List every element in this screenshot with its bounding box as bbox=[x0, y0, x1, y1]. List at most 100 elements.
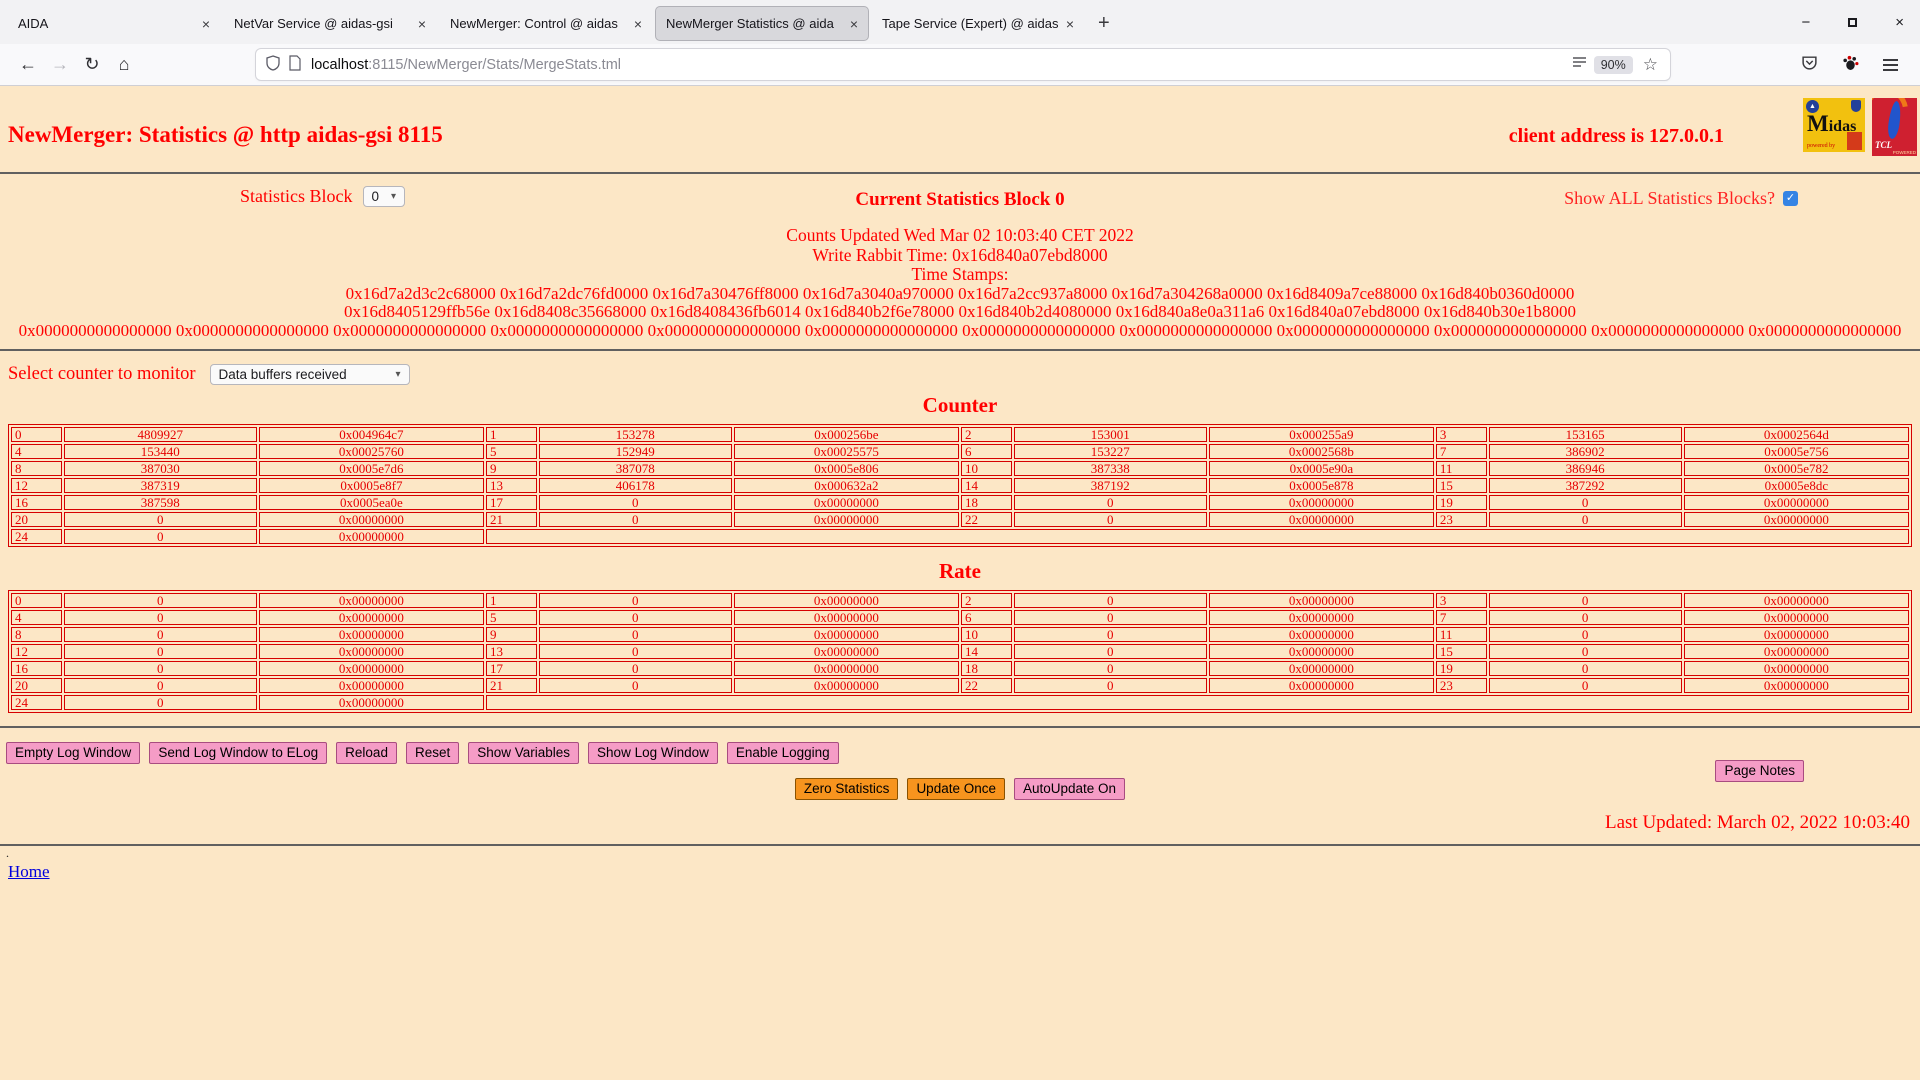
table-cell: 21 bbox=[486, 678, 537, 693]
table-cell: 387338 bbox=[1014, 461, 1207, 476]
tab-newmerger-control[interactable]: NewMerger: Control @ aidas × bbox=[440, 7, 652, 40]
home-link[interactable]: Home bbox=[8, 862, 50, 881]
new-tab-button[interactable]: + bbox=[1086, 12, 1122, 35]
show-log-window-button[interactable]: Show Log Window bbox=[588, 742, 718, 764]
tab-aida[interactable]: AIDA × bbox=[8, 7, 220, 40]
table-cell: 0 bbox=[539, 495, 732, 510]
table-row: 2000x000000002100x000000002200x000000002… bbox=[11, 512, 1909, 527]
table-cell: 18 bbox=[961, 661, 1012, 676]
page-info-icon[interactable] bbox=[288, 55, 302, 75]
table-cell: 1 bbox=[486, 593, 537, 608]
counter-monitor-select[interactable]: Data buffers received ▾ bbox=[210, 364, 410, 385]
forward-icon[interactable]: → bbox=[44, 50, 76, 80]
table-cell: 6 bbox=[961, 610, 1012, 625]
chevron-down-icon: ▾ bbox=[396, 369, 401, 380]
statistics-block-row: Statistics Block 0 ▾ Current Statistics … bbox=[0, 186, 1920, 216]
table-cell: 0x00000000 bbox=[1209, 593, 1434, 608]
extension-paw-icon[interactable] bbox=[1842, 54, 1859, 76]
tab-close-icon[interactable]: × bbox=[630, 16, 646, 32]
table-cell: 0x000256be bbox=[734, 427, 959, 442]
home-icon[interactable]: ⌂ bbox=[108, 50, 140, 80]
tab-close-icon[interactable]: × bbox=[846, 16, 862, 32]
table-cell: 18 bbox=[961, 495, 1012, 510]
show-all-blocks-checkbox[interactable]: ✓ bbox=[1783, 191, 1798, 206]
counter-section-title: Counter bbox=[0, 393, 1920, 418]
table-cell: 8 bbox=[11, 461, 62, 476]
tracking-shield-icon[interactable] bbox=[265, 55, 281, 75]
divider bbox=[0, 349, 1920, 351]
table-cell: 7 bbox=[1436, 610, 1487, 625]
back-icon[interactable]: ← bbox=[12, 50, 44, 80]
table-cell: 0x00000000 bbox=[259, 678, 484, 693]
show-all-blocks-control: Show ALL Statistics Blocks? ✓ bbox=[1564, 188, 1798, 209]
update-once-button[interactable]: Update Once bbox=[907, 778, 1005, 800]
table-cell: 0x0005e7d6 bbox=[259, 461, 484, 476]
rate-section-title: Rate bbox=[0, 559, 1920, 584]
pocket-icon[interactable] bbox=[1801, 54, 1818, 76]
zero-statistics-button[interactable]: Zero Statistics bbox=[795, 778, 899, 800]
autoupdate-toggle-button[interactable]: AutoUpdate On bbox=[1014, 778, 1125, 800]
reload-button[interactable]: Reload bbox=[336, 742, 397, 764]
reset-button[interactable]: Reset bbox=[406, 742, 459, 764]
table-cell: 5 bbox=[486, 610, 537, 625]
close-icon[interactable]: × bbox=[1895, 14, 1904, 31]
page-notes-button[interactable]: Page Notes bbox=[1715, 760, 1804, 782]
restore-icon[interactable] bbox=[1848, 18, 1857, 27]
table-cell: 153278 bbox=[539, 427, 732, 442]
table-cell: 9 bbox=[486, 627, 537, 642]
midas-red-badge bbox=[1847, 132, 1862, 150]
table-cell: 4 bbox=[11, 444, 62, 459]
table-cell: 386946 bbox=[1489, 461, 1682, 476]
table-cell: 0x00000000 bbox=[259, 610, 484, 625]
table-cell: 0 bbox=[1014, 627, 1207, 642]
tab-label: NewMerger Statistics @ aida bbox=[666, 16, 846, 31]
show-variables-button[interactable]: Show Variables bbox=[468, 742, 579, 764]
table-cell: 10 bbox=[961, 627, 1012, 642]
table-cell: 16 bbox=[11, 661, 62, 676]
table-cell: 0 bbox=[539, 627, 732, 642]
table-cell: 21 bbox=[486, 512, 537, 527]
table-cell: 0 bbox=[64, 661, 257, 676]
select-counter-label: Select counter to monitor bbox=[8, 364, 196, 385]
bookmark-star-icon[interactable]: ☆ bbox=[1643, 55, 1658, 75]
table-cell: 12 bbox=[11, 644, 62, 659]
home-link-row: Home bbox=[8, 862, 1920, 882]
table-cell: 0x00000000 bbox=[1209, 627, 1434, 642]
tab-close-icon[interactable]: × bbox=[198, 16, 214, 32]
minimize-icon[interactable]: − bbox=[1801, 14, 1810, 31]
send-log-to-elog-button[interactable]: Send Log Window to ELog bbox=[149, 742, 327, 764]
table-cell: 2 bbox=[961, 593, 1012, 608]
table-cell: 1 bbox=[486, 427, 537, 442]
table-row: 123873190x0005e8f7134061780x000632a21438… bbox=[11, 478, 1909, 493]
enable-logging-button[interactable]: Enable Logging bbox=[727, 742, 839, 764]
page-header: NewMerger: Statistics @ http aidas-gsi 8… bbox=[0, 86, 1920, 148]
table-cell: 153165 bbox=[1489, 427, 1682, 442]
reader-mode-icon[interactable] bbox=[1572, 55, 1587, 74]
table-cell: 0 bbox=[539, 610, 732, 625]
table-cell: 0x0005e878 bbox=[1209, 478, 1434, 493]
tab-close-icon[interactable]: × bbox=[1062, 16, 1078, 32]
time-stamps-line: 0x0000000000000000 0x0000000000000000 0x… bbox=[0, 322, 1920, 341]
table-cell: 9 bbox=[486, 461, 537, 476]
table-cell: 0 bbox=[1014, 661, 1207, 676]
menu-icon[interactable] bbox=[1883, 56, 1898, 74]
tab-netvar-service[interactable]: NetVar Service @ aidas-gsi × bbox=[224, 7, 436, 40]
table-cell: 0 bbox=[1014, 593, 1207, 608]
tab-newmerger-statistics[interactable]: NewMerger Statistics @ aida × bbox=[656, 7, 868, 40]
empty-log-window-button[interactable]: Empty Log Window bbox=[6, 742, 140, 764]
table-cell: 0x00000000 bbox=[259, 644, 484, 659]
table-cell: 0 bbox=[64, 610, 257, 625]
table-cell: 0x00000000 bbox=[1209, 495, 1434, 510]
url-bar[interactable]: localhost:8115/NewMerger/Stats/MergeStat… bbox=[256, 49, 1670, 80]
url-path: :8115/NewMerger/Stats/MergeStats.tml bbox=[368, 57, 621, 73]
zoom-level-chip[interactable]: 90% bbox=[1594, 56, 1633, 74]
midas-logo: ▲ Midas powered by bbox=[1803, 98, 1865, 152]
table-cell: 387192 bbox=[1014, 478, 1207, 493]
table-cell: 0x00000000 bbox=[1209, 644, 1434, 659]
counts-info: Counts Updated Wed Mar 02 10:03:40 CET 2… bbox=[0, 226, 1920, 340]
table-cell: 19 bbox=[1436, 495, 1487, 510]
reload-icon[interactable]: ↻ bbox=[76, 50, 108, 80]
tab-tape-service[interactable]: Tape Service (Expert) @ aidas × bbox=[872, 7, 1084, 40]
tab-close-icon[interactable]: × bbox=[414, 16, 430, 32]
table-cell: 0x00025575 bbox=[734, 444, 959, 459]
